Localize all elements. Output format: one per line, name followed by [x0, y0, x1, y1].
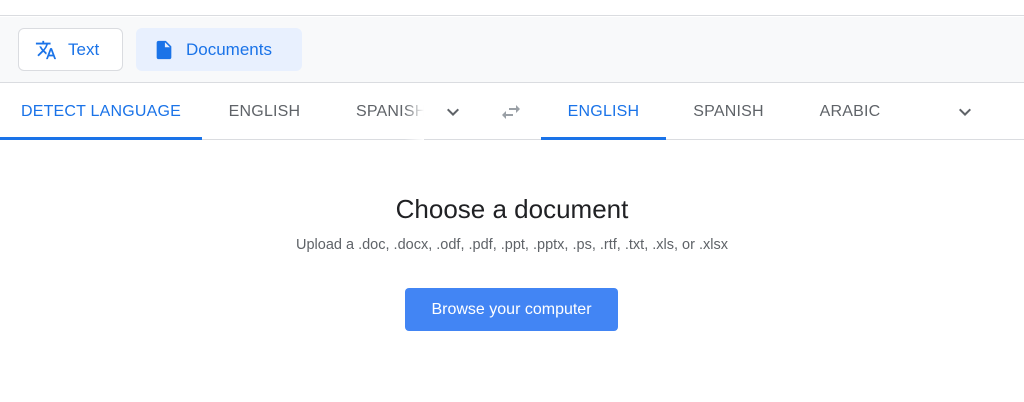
- tab-fade: [404, 84, 424, 140]
- source-tab-spanish[interactable]: SPANISH: [356, 84, 424, 140]
- supported-formats-text: Upload a .doc, .docx, .odf, .pdf, .ppt, …: [296, 237, 728, 253]
- target-tab-arabic[interactable]: ARABIC: [791, 84, 909, 140]
- chevron-down-icon[interactable]: [441, 100, 465, 124]
- text-mode-label: Text: [68, 40, 100, 59]
- document-icon: [156, 40, 172, 60]
- source-tab-detect-language[interactable]: DETECT LANGUAGE: [0, 84, 202, 140]
- upload-title: Choose a document: [395, 194, 629, 224]
- top-strip: [0, 0, 1024, 16]
- documents-mode-button[interactable]: Documents: [136, 28, 302, 71]
- language-bar: DETECT LANGUAGE ENGLISH SPANISH ENGLISH …: [0, 84, 1024, 140]
- target-tab-english[interactable]: ENGLISH: [541, 84, 666, 140]
- translate-icon: [35, 40, 57, 60]
- chevron-down-icon[interactable]: [953, 100, 977, 124]
- target-tab-label: ARABIC: [819, 103, 881, 120]
- document-upload-panel: Choose a document Upload a .doc, .docx, …: [0, 141, 1024, 402]
- source-tab-english[interactable]: ENGLISH: [202, 84, 327, 140]
- source-tab-label: ENGLISH: [228, 103, 301, 120]
- target-tab-spanish[interactable]: SPANISH: [666, 84, 791, 140]
- source-tab-label: DETECT LANGUAGE: [20, 103, 182, 120]
- active-tab-indicator: [541, 137, 666, 140]
- browse-computer-button[interactable]: Browse your computer: [405, 288, 618, 331]
- documents-mode-label: Documents: [186, 40, 272, 59]
- target-tab-label: SPANISH: [693, 103, 764, 120]
- mode-bar: Text Documents: [0, 17, 1024, 83]
- text-mode-button[interactable]: Text: [18, 28, 123, 71]
- active-tab-indicator: [0, 137, 202, 140]
- target-tab-label: ENGLISH: [567, 103, 640, 120]
- swap-languages-icon[interactable]: [499, 100, 523, 124]
